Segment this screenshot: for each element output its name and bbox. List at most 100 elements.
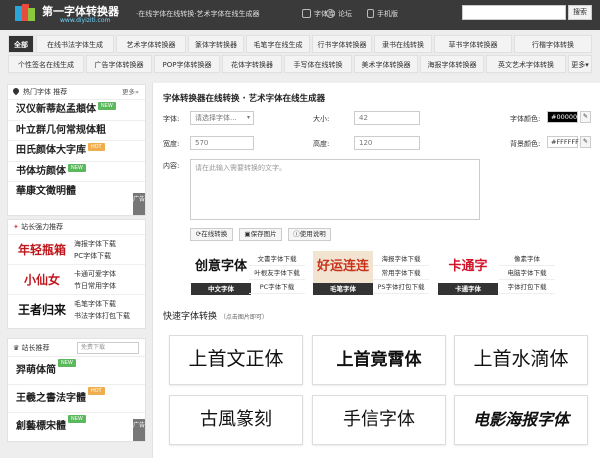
- sidebar-search-input[interactable]: 免费下载: [77, 342, 139, 354]
- nav-item[interactable]: 草书字体转换器: [434, 35, 512, 53]
- nav-item[interactable]: 篆体字转换器: [188, 35, 244, 53]
- nav-item[interactable]: 毛笔字在线生成: [246, 35, 310, 53]
- nav-item[interactable]: 广告字体转换器: [86, 55, 152, 73]
- font-color-label: 字体颜色:: [510, 115, 541, 123]
- help-button[interactable]: ⓘ使用说明: [288, 228, 331, 241]
- recommend-link[interactable]: 海报字体下载: [74, 239, 116, 249]
- list-item[interactable]: 汉仪新蒂赵孟頫体 NEW: [8, 100, 145, 121]
- list-item[interactable]: 創藝標宋體NEW: [8, 413, 145, 441]
- page-title: 字体转换器在线转换 · 艺术字体在线生成器: [163, 94, 326, 104]
- hot-badge: HOT: [88, 387, 105, 395]
- nav-item[interactable]: 美术字体转换器: [354, 55, 418, 73]
- recommend-image[interactable]: 王者归来: [14, 297, 70, 323]
- forum-link[interactable]: 论坛: [326, 9, 352, 19]
- site-slogan: ·在线字体在线转换·艺术字体在线生成器: [136, 10, 260, 18]
- content-label: 内容:: [163, 162, 180, 170]
- mobile-link[interactable]: 手机版: [367, 9, 398, 19]
- recommend-link[interactable]: PC字体下载: [74, 251, 111, 261]
- recommend-header: ✦ 站长强力推荐: [8, 220, 145, 235]
- color-picker-icon[interactable]: ✎: [580, 136, 591, 148]
- chevron-down-icon: ▾: [246, 114, 250, 121]
- convert-button[interactable]: ⟳在线转换: [190, 228, 233, 241]
- category-image[interactable]: 创意字体: [191, 251, 251, 283]
- recommend-link[interactable]: 卡通可爱字体: [74, 269, 116, 279]
- top-header: 第一字体转换器 www.diyiziti.com ·在线字体在线转换·艺术字体在…: [0, 0, 600, 30]
- list-item[interactable]: 王羲之書法字體HOT: [8, 385, 145, 413]
- webmaster-panel: ♛ 站长推荐 免费下载 羿萌体简NEW 王羲之書法字體HOT 創藝標宋體NEW …: [7, 338, 146, 442]
- new-badge: NEW: [68, 415, 86, 423]
- category-image[interactable]: 卡通字: [438, 251, 498, 283]
- recommend-panel: ✦ 站长强力推荐 年轻瓶箱 海报字体下载 PC字体下载 小仙女 卡通可爱字体 节…: [7, 219, 146, 329]
- nav-all[interactable]: 全部: [8, 35, 34, 53]
- category-link[interactable]: 海报字体下载: [373, 253, 429, 266]
- list-item[interactable]: 书体坊颜体 NEW: [8, 162, 145, 182]
- nav-item[interactable]: 行楷字体转换: [514, 35, 592, 53]
- nav-item[interactable]: 隶书在线转换: [374, 35, 432, 53]
- nav-more[interactable]: 更多▾: [568, 55, 592, 73]
- category-label[interactable]: 毛笔字体: [313, 283, 373, 295]
- more-link[interactable]: 更多»: [122, 85, 139, 100]
- crown-icon: ♛: [13, 344, 20, 352]
- nav-item[interactable]: 在线书法字体生成: [36, 35, 114, 53]
- size-input[interactable]: 42: [354, 111, 420, 125]
- height-input[interactable]: 120: [354, 136, 420, 150]
- recommend-link[interactable]: 节日常用字体: [74, 281, 116, 291]
- category-link[interactable]: 常用字体下载: [373, 267, 429, 280]
- category-link[interactable]: PS字体打包下载: [373, 281, 429, 294]
- nav-item[interactable]: 个性签名在线生成: [8, 55, 84, 73]
- content-textarea[interactable]: 请在此输入需要转换的文字。: [190, 159, 480, 220]
- nav-item[interactable]: 花体字转换器: [222, 55, 282, 73]
- recommend-image[interactable]: 年轻瓶箱: [14, 237, 70, 263]
- category-link[interactable]: 叶根友字体下载: [249, 267, 305, 280]
- recommend-link[interactable]: 书法字体打包下载: [74, 311, 130, 321]
- recommend-image[interactable]: 小仙女: [14, 267, 70, 293]
- category-link[interactable]: 电脑字体下载: [499, 267, 555, 280]
- category-link[interactable]: 像素字体: [499, 253, 555, 266]
- nav-item[interactable]: 艺术字体转换器: [116, 35, 186, 53]
- nav-item[interactable]: 行书字体转换器: [312, 35, 372, 53]
- mobile-icon: [367, 9, 374, 18]
- category-label[interactable]: 卡通字体: [438, 283, 498, 295]
- category-link[interactable]: PC字体下载: [249, 281, 305, 294]
- quick-font-card[interactable]: 上首水滴体: [454, 335, 588, 385]
- bg-color-input[interactable]: #FFFFFF: [547, 136, 579, 148]
- search-button[interactable]: 搜索: [568, 5, 592, 20]
- quick-font-card[interactable]: 古風篆刻: [169, 395, 303, 445]
- list-item[interactable]: 田氏颜体大字库 HOT: [8, 141, 145, 162]
- width-input[interactable]: 570: [190, 136, 254, 150]
- nav-item[interactable]: 手写体在线转换: [284, 55, 352, 73]
- main-panel: 字体转换器在线转换 · 艺术字体在线生成器 字体: 请选择字体... ▾ 大小: …: [152, 83, 600, 458]
- hot-fonts-header: 热门字体 推荐 更多»: [8, 85, 145, 100]
- list-item[interactable]: 叶立群几何常规体粗: [8, 121, 145, 141]
- save-image-button[interactable]: ▣保存图片: [239, 228, 282, 241]
- quick-font-card[interactable]: 手信字体: [312, 395, 446, 445]
- font-select[interactable]: 请选择字体... ▾: [190, 111, 254, 125]
- recommend-row: 王者归来 毛笔字体下载 书法字体打包下载: [8, 295, 145, 325]
- quick-font-card[interactable]: 上首竟霄体: [312, 335, 446, 385]
- star-icon: ✦: [13, 223, 19, 231]
- category-link[interactable]: 文書字体下载: [249, 253, 305, 266]
- search-input[interactable]: [462, 5, 566, 20]
- new-badge: NEW: [58, 359, 76, 367]
- list-item[interactable]: 華康文徵明體: [8, 182, 145, 203]
- font-label: 字体:: [163, 115, 180, 123]
- category-label[interactable]: 中文字体: [191, 283, 251, 295]
- recommend-row: 年轻瓶箱 海报字体下载 PC字体下载: [8, 235, 145, 265]
- category-image[interactable]: 好运连连: [313, 251, 373, 283]
- hot-badge: HOT: [88, 143, 105, 151]
- logo-icon[interactable]: [14, 2, 36, 24]
- quick-font-card[interactable]: 电影海报字体: [454, 395, 588, 445]
- category-link[interactable]: 字体打包下载: [499, 281, 555, 294]
- hot-fonts-panel: 热门字体 推荐 更多» 汉仪新蒂赵孟頫体 NEW 叶立群几何常规体粗 田氏颜体大字…: [7, 84, 146, 216]
- list-item[interactable]: 羿萌体简NEW: [8, 357, 145, 385]
- recommend-link[interactable]: 毛笔字体下载: [74, 299, 116, 309]
- font-color-input[interactable]: #000000: [547, 111, 581, 123]
- nav-item[interactable]: 海报字体转换器: [420, 55, 484, 73]
- nav-item[interactable]: POP字体转换器: [154, 55, 220, 73]
- width-label: 宽度:: [163, 140, 180, 148]
- size-label: 大小:: [313, 115, 330, 123]
- color-picker-icon[interactable]: ✎: [580, 111, 591, 123]
- quick-font-card[interactable]: 上首文正体: [169, 335, 303, 385]
- nav-item[interactable]: 英文艺术字体转换: [486, 55, 566, 73]
- bg-color-label: 背景颜色:: [510, 140, 541, 148]
